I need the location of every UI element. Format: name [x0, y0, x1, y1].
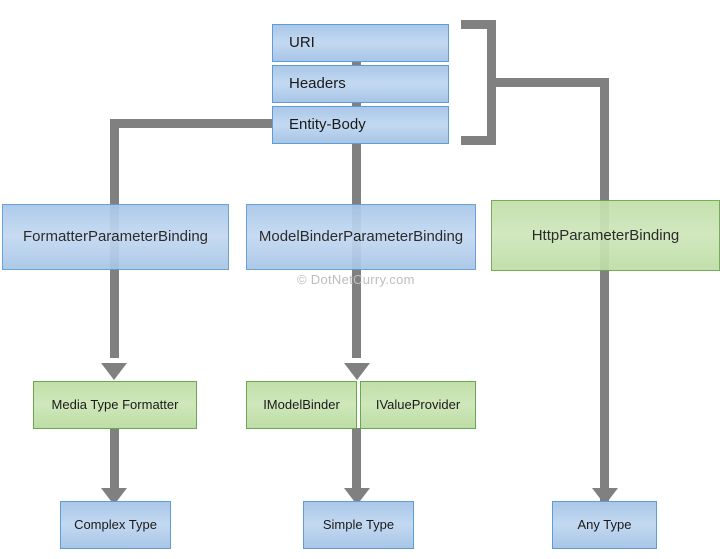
node-media-type-formatter[interactable]: Media Type Formatter: [33, 381, 197, 429]
node-headers[interactable]: Headers: [272, 65, 449, 103]
watermark: © DotNetCurry.com: [297, 272, 415, 287]
node-formatter-parameter-binding[interactable]: FormatterParameterBinding: [2, 204, 229, 270]
connector-bracket-vertical-to-http-binding: [600, 78, 609, 518]
node-headers-label: Headers: [289, 75, 346, 93]
node-media-type-formatter-label: Media Type Formatter: [51, 396, 179, 412]
arrowhead-to-media-type-formatter: [101, 363, 127, 380]
node-uri[interactable]: URI: [272, 24, 449, 62]
node-imodelbinder[interactable]: IModelBinder: [246, 381, 357, 429]
node-ivalueprovider-label: IValueProvider: [375, 396, 461, 412]
diagram-canvas: URI Headers Entity-Body FormatterParamet…: [0, 0, 720, 559]
node-modelbinder-parameter-binding-label: ModelBinderParameterBinding: [258, 228, 464, 246]
node-simple-type-label: Simple Type: [322, 516, 395, 532]
node-complex-type[interactable]: Complex Type: [60, 501, 171, 549]
node-imodelbinder-label: IModelBinder: [263, 396, 340, 412]
node-http-parameter-binding-label: HttpParameterBinding: [531, 226, 680, 244]
bracket-stem-horizontal: [487, 78, 609, 87]
node-entity-body[interactable]: Entity-Body: [272, 106, 449, 144]
bracket-bottom-horizontal: [461, 136, 496, 145]
arrowhead-to-modelbinder-provider: [344, 363, 370, 380]
node-any-type-label: Any Type: [577, 516, 632, 532]
node-uri-label: URI: [289, 34, 315, 52]
connector-entitybody-horizontal: [110, 119, 275, 128]
node-formatter-parameter-binding-label: FormatterParameterBinding: [22, 228, 209, 246]
node-ivalueprovider[interactable]: IValueProvider: [360, 381, 476, 429]
node-any-type[interactable]: Any Type: [552, 501, 657, 549]
node-complex-type-label: Complex Type: [74, 516, 157, 532]
node-modelbinder-parameter-binding[interactable]: ModelBinderParameterBinding: [246, 204, 476, 270]
node-entity-body-label: Entity-Body: [289, 116, 366, 134]
node-simple-type[interactable]: Simple Type: [303, 501, 414, 549]
node-http-parameter-binding[interactable]: HttpParameterBinding: [491, 200, 720, 271]
